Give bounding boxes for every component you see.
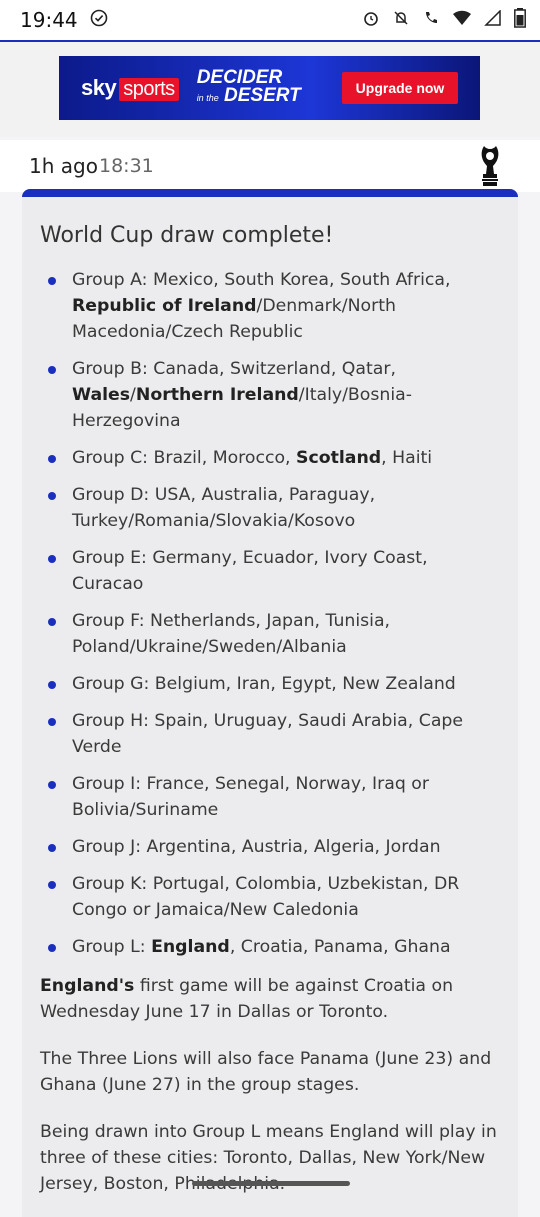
bullet-icon — [48, 492, 56, 500]
battery-icon — [514, 7, 526, 33]
relative-time: 1h ago — [29, 154, 98, 178]
group-text: Group A: Mexico, South Korea, South Afri… — [72, 270, 451, 290]
group-text: Group C: Brazil, Morocco, — [72, 448, 297, 468]
bullet-icon — [48, 618, 56, 626]
bullet-icon — [48, 944, 56, 952]
paragraph-three-lions: The Three Lions will also face Panama (J… — [40, 1049, 492, 1095]
ad-headline: DECIDER in the DESERT — [196, 68, 301, 107]
ad-banner[interactable]: sky sports DECIDER in the DESERT Upgrade … — [59, 56, 480, 120]
group-list-item: Group F: Netherlands, Japan, Tunisia, Po… — [22, 608, 518, 660]
team-highlight: Scotland — [296, 448, 382, 468]
status-icons — [362, 0, 526, 40]
team-highlight: Wales — [72, 385, 131, 405]
group-list-item: Group C: Brazil, Morocco, Scotland, Hait… — [22, 445, 518, 471]
paragraph-bold-england: England's — [40, 976, 135, 996]
alarm-icon — [362, 9, 380, 32]
group-text: Group B: Canada, Switzerland, Qatar, — [72, 359, 396, 379]
group-text: Group L: — [72, 937, 152, 957]
group-list-item: Group K: Portugal, Colombia, Uzbekistan,… — [22, 871, 518, 923]
paragraph-england-first-game: England's first game will be against Cro… — [40, 973, 510, 1025]
group-text: Group D: USA, Australia, Paraguay, Turke… — [72, 485, 376, 531]
group-list-item: Group H: Spain, Uruguay, Saudi Arabia, C… — [22, 708, 518, 760]
logo-sky-text: sky — [81, 75, 117, 100]
logo-sports-text: sports — [119, 78, 179, 101]
mute-icon — [392, 9, 410, 32]
group-text: Group E: Germany, Ecuador, Ivory Coast, … — [72, 548, 428, 594]
status-bar: 19:44 — [0, 0, 540, 40]
live-blog-card: World Cup draw complete! Group A: Mexico… — [22, 189, 518, 1217]
bullet-icon — [48, 366, 56, 374]
bullet-icon — [48, 555, 56, 563]
group-text: Group F: Netherlands, Japan, Tunisia, Po… — [72, 611, 391, 657]
group-list-item: Group E: Germany, Ecuador, Ivory Coast, … — [22, 545, 518, 597]
team-highlight: England — [151, 937, 230, 957]
upgrade-now-button[interactable]: Upgrade now — [342, 72, 458, 104]
bullet-icon — [48, 781, 56, 789]
bullet-icon — [48, 844, 56, 852]
signal-icon — [484, 8, 502, 31]
bullet-icon — [48, 277, 56, 285]
group-list-item: Group L: England, Croatia, Panama, Ghana — [22, 934, 518, 960]
group-text: Group H: Spain, Uruguay, Saudi Arabia, C… — [72, 711, 464, 757]
post-meta: 1h ago 18:31 — [0, 140, 540, 192]
bullet-icon — [48, 718, 56, 726]
group-list-item: Group A: Mexico, South Korea, South Afri… — [22, 267, 518, 345]
post-time: 18:31 — [99, 155, 154, 177]
group-list-item: Group J: Argentina, Austria, Algeria, Jo… — [22, 834, 518, 860]
home-indicator[interactable] — [192, 1181, 350, 1186]
group-text: Group G: Belgium, Iran, Egypt, New Zeala… — [72, 674, 456, 694]
ad-headline-small: in the — [196, 93, 219, 103]
call-icon — [422, 9, 440, 32]
group-text: , Croatia, Panama, Ghana — [229, 937, 451, 957]
bullet-icon — [48, 881, 56, 889]
group-text: Group K: Portugal, Colombia, Uzbekistan,… — [72, 874, 460, 920]
group-list-item: Group D: USA, Australia, Paraguay, Turke… — [22, 482, 518, 534]
groups-list: Group A: Mexico, South Korea, South Afri… — [22, 267, 518, 971]
wifi-icon — [452, 10, 472, 31]
group-list-item: Group B: Canada, Switzerland, Qatar, Wal… — [22, 356, 518, 434]
article-title: World Cup draw complete! — [40, 223, 334, 248]
group-text: Group I: France, Senegal, Norway, Iraq o… — [72, 774, 429, 820]
ad-headline-line2: DESERT — [224, 85, 301, 106]
sky-sports-logo: sky sports — [81, 75, 179, 101]
team-highlight: Northern Ireland — [135, 385, 299, 405]
group-text: Group J: Argentina, Austria, Algeria, Jo… — [72, 837, 441, 857]
world-cup-trophy-icon — [477, 144, 503, 188]
status-time: 19:44 — [20, 8, 78, 32]
group-list-item: Group I: France, Senegal, Norway, Iraq o… — [22, 771, 518, 823]
group-list-item: Group G: Belgium, Iran, Egypt, New Zeala… — [22, 671, 518, 697]
check-circle-icon — [90, 9, 108, 32]
bullet-icon — [48, 681, 56, 689]
team-highlight: Republic of Ireland — [72, 296, 257, 316]
group-text: , Haiti — [381, 448, 433, 468]
bullet-icon — [48, 455, 56, 463]
